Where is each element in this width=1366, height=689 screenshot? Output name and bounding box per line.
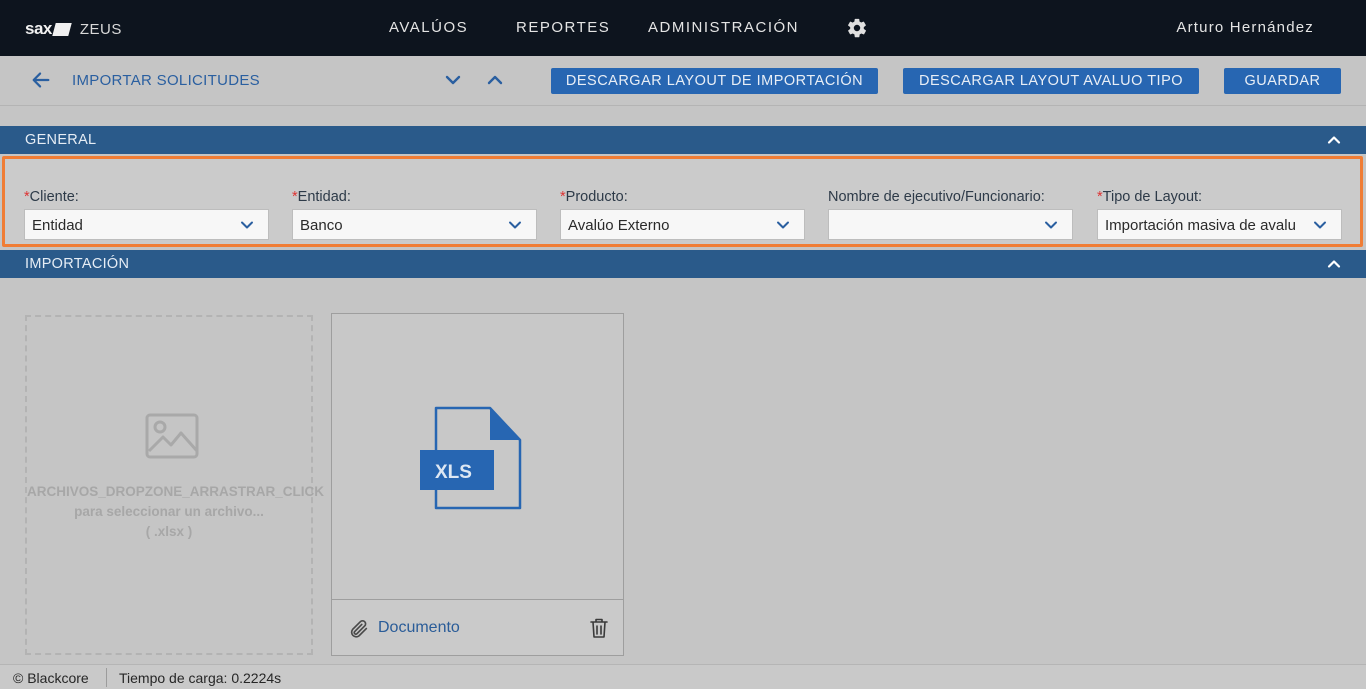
image-placeholder-icon <box>145 413 199 459</box>
app-logo[interactable]: sax ZEUS <box>25 19 122 39</box>
sax-logo: sax <box>25 19 72 39</box>
gear-icon[interactable] <box>846 17 868 39</box>
logo-text: sax <box>25 19 52 38</box>
field-label-text: Tipo de Layout: <box>1102 189 1203 205</box>
ejecutivo-select[interactable] <box>828 209 1073 240</box>
load-time: Tiempo de carga: 0.2224s <box>119 670 282 686</box>
select-value: Importación masiva de avalu <box>1105 217 1296 234</box>
dropzone-line-1: ARCHIVOS_DROPZONE_ARRASTRAR_CLICK <box>27 484 325 499</box>
file-card-footer: Documento <box>332 599 623 655</box>
user-name[interactable]: Arturo Hernández <box>1176 19 1314 36</box>
save-button[interactable]: GUARDAR <box>1224 68 1341 94</box>
select-value: Banco <box>300 217 343 234</box>
section-general-title: GENERAL <box>25 132 97 148</box>
page-title: IMPORTAR SOLICITUDES <box>72 72 260 89</box>
entidad-select[interactable]: Banco <box>292 209 537 240</box>
app-name: ZEUS <box>79 20 122 38</box>
nav-reportes[interactable]: REPORTES <box>516 19 610 36</box>
section-importacion-header[interactable]: IMPORTACIÓN <box>0 250 1366 278</box>
field-ejecutivo: Nombre de ejecutivo/Funcionario: <box>828 189 1073 240</box>
download-avaluo-layout-button[interactable]: DESCARGAR LAYOUT AVALUO TIPO <box>903 68 1199 94</box>
field-producto: *Producto: Avalúo Externo <box>560 189 805 240</box>
chevron-down-icon <box>1045 221 1057 229</box>
field-cliente: *Cliente: Entidad <box>24 189 269 240</box>
chevron-down-icon <box>777 221 789 229</box>
field-entidad: *Entidad: Banco <box>292 189 537 240</box>
field-label-text: Cliente: <box>29 189 79 205</box>
field-label: Nombre de ejecutivo/Funcionario: <box>828 189 1073 209</box>
dropzone-line-3: ( .xlsx ) <box>145 524 193 539</box>
footer-divider <box>106 668 107 687</box>
field-label-text: Producto: <box>565 189 628 205</box>
field-label: *Entidad: <box>292 189 537 209</box>
chevron-down-icon <box>509 221 521 229</box>
top-navbar: sax ZEUS AVALÚOS REPORTES ADMINISTRACIÓN… <box>0 0 1366 56</box>
dropzone-instructions: ARCHIVOS_DROPZONE_ARRASTRAR_CLICK para s… <box>27 482 325 542</box>
field-label-text: Entidad: <box>297 189 351 205</box>
field-tipo-layout: *Tipo de Layout: Importación masiva de a… <box>1097 189 1342 240</box>
download-import-layout-button[interactable]: DESCARGAR LAYOUT DE IMPORTACIÓN <box>551 68 878 94</box>
field-label-text: Nombre de ejecutivo/Funcionario: <box>828 189 1045 205</box>
nav-avaluos[interactable]: AVALÚOS <box>389 19 468 36</box>
producto-select[interactable]: Avalúo Externo <box>560 209 805 240</box>
chevron-down-icon <box>241 221 253 229</box>
chevron-down-icon <box>1314 221 1326 229</box>
general-form-panel: *Cliente: Entidad *Entidad: Banco *Produ… <box>2 156 1363 247</box>
field-label: *Producto: <box>560 189 805 209</box>
file-dropzone[interactable]: ARCHIVOS_DROPZONE_ARRASTRAR_CLICK para s… <box>25 315 325 655</box>
collapse-icon[interactable] <box>1326 132 1342 148</box>
collapse-icon[interactable] <box>1326 256 1342 272</box>
paperclip-icon <box>350 619 368 638</box>
field-label: *Tipo de Layout: <box>1097 189 1342 209</box>
page-toolbar: IMPORTAR SOLICITUDES DESCARGAR LAYOUT DE… <box>0 56 1366 106</box>
xls-badge-text: XLS <box>435 462 472 483</box>
select-value: Avalúo Externo <box>568 217 670 234</box>
chevron-up-icon[interactable] <box>485 70 505 90</box>
field-label: *Cliente: <box>24 189 269 209</box>
back-arrow-icon[interactable] <box>30 69 52 91</box>
file-name[interactable]: Documento <box>378 619 460 637</box>
select-value: Entidad <box>32 217 83 234</box>
section-general-header[interactable]: GENERAL <box>0 126 1366 154</box>
copyright: © Blackcore <box>13 670 89 686</box>
section-importacion-title: IMPORTACIÓN <box>25 256 130 272</box>
tipo-layout-select[interactable]: Importación masiva de avalu <box>1097 209 1342 240</box>
xls-file-icon: XLS <box>420 406 522 510</box>
dropzone-line-2: para seleccionar un archivo... <box>74 504 264 519</box>
cliente-select[interactable]: Entidad <box>24 209 269 240</box>
chevron-down-icon[interactable] <box>443 70 463 90</box>
status-footer: © Blackcore Tiempo de carga: 0.2224s <box>0 664 1366 689</box>
file-card: XLS Documento <box>331 313 624 656</box>
nav-administracion[interactable]: ADMINISTRACIÓN <box>648 19 799 36</box>
trash-icon[interactable] <box>589 617 609 639</box>
